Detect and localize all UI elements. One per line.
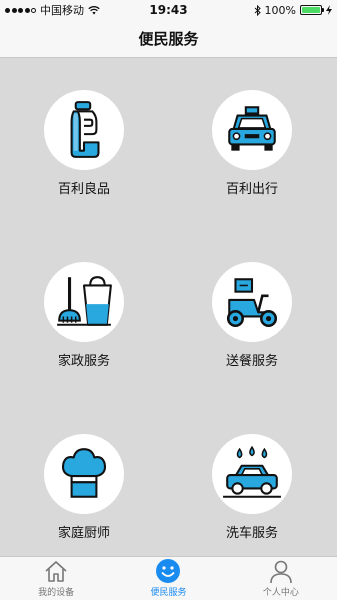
taxi-icon (228, 106, 276, 151)
bottle-icon (70, 101, 100, 158)
tab-bar: 我的设备 便民服务 个人中心 (0, 556, 337, 600)
services-grid: 百利良品 百利出行 家政服务 送餐服务 家庭厨师 洗车服务 (0, 59, 337, 556)
service-label: 家庭厨师 (57, 526, 110, 541)
service-icon-circle (212, 90, 292, 170)
status-right: 100% (254, 4, 332, 17)
car-wash-icon (223, 445, 281, 498)
wifi-icon (88, 6, 100, 15)
person-icon (270, 560, 292, 584)
service-bailichuxing[interactable]: 百利出行 (192, 90, 312, 197)
service-label: 百利良品 (57, 182, 110, 197)
battery-fill (302, 7, 320, 13)
tab-label: 我的设备 (38, 588, 75, 598)
service-baililiangpin[interactable]: 百利良品 (24, 90, 144, 197)
tab-my-devices[interactable]: 我的设备 (0, 557, 112, 600)
smiley-icon (156, 559, 181, 583)
delivery-scooter-icon (226, 278, 278, 328)
service-jiazhengfuwu[interactable]: 家政服务 (24, 262, 144, 369)
bluetooth-icon (254, 4, 261, 16)
service-label: 送餐服务 (225, 354, 278, 369)
service-icon-circle (212, 434, 292, 514)
service-label: 家政服务 (57, 354, 110, 369)
service-icon-circle (44, 90, 124, 170)
broom-bucket-icon (57, 276, 112, 326)
charging-icon (326, 5, 332, 15)
carrier-label: 中国移动 (40, 4, 84, 17)
status-bar: 中国移动 19:43 100% (0, 0, 337, 20)
tab-label: 便民服务 (150, 588, 187, 598)
home-icon (45, 561, 67, 582)
service-songcanfuwu[interactable]: 送餐服务 (192, 262, 312, 369)
service-icon-circle (212, 262, 292, 342)
page-title: 便民服务 (138, 30, 199, 48)
service-icon-circle (44, 262, 124, 342)
chef-hat-icon (61, 448, 107, 498)
service-xichefuwu[interactable]: 洗车服务 (192, 434, 312, 541)
nav-bar: 便民服务 (0, 20, 337, 58)
service-label: 百利出行 (225, 182, 278, 197)
signal-dots-icon (5, 7, 36, 13)
service-icon-circle (44, 434, 124, 514)
status-left: 中国移动 (5, 2, 100, 18)
tab-convenience-services[interactable]: 便民服务 (112, 557, 224, 600)
battery-percent: 100% (264, 3, 296, 17)
service-jiatingchushi[interactable]: 家庭厨师 (24, 434, 144, 541)
battery-icon (300, 5, 324, 15)
service-label: 洗车服务 (225, 526, 278, 541)
tab-label: 个人中心 (262, 588, 299, 598)
tab-personal-center[interactable]: 个人中心 (225, 557, 337, 600)
